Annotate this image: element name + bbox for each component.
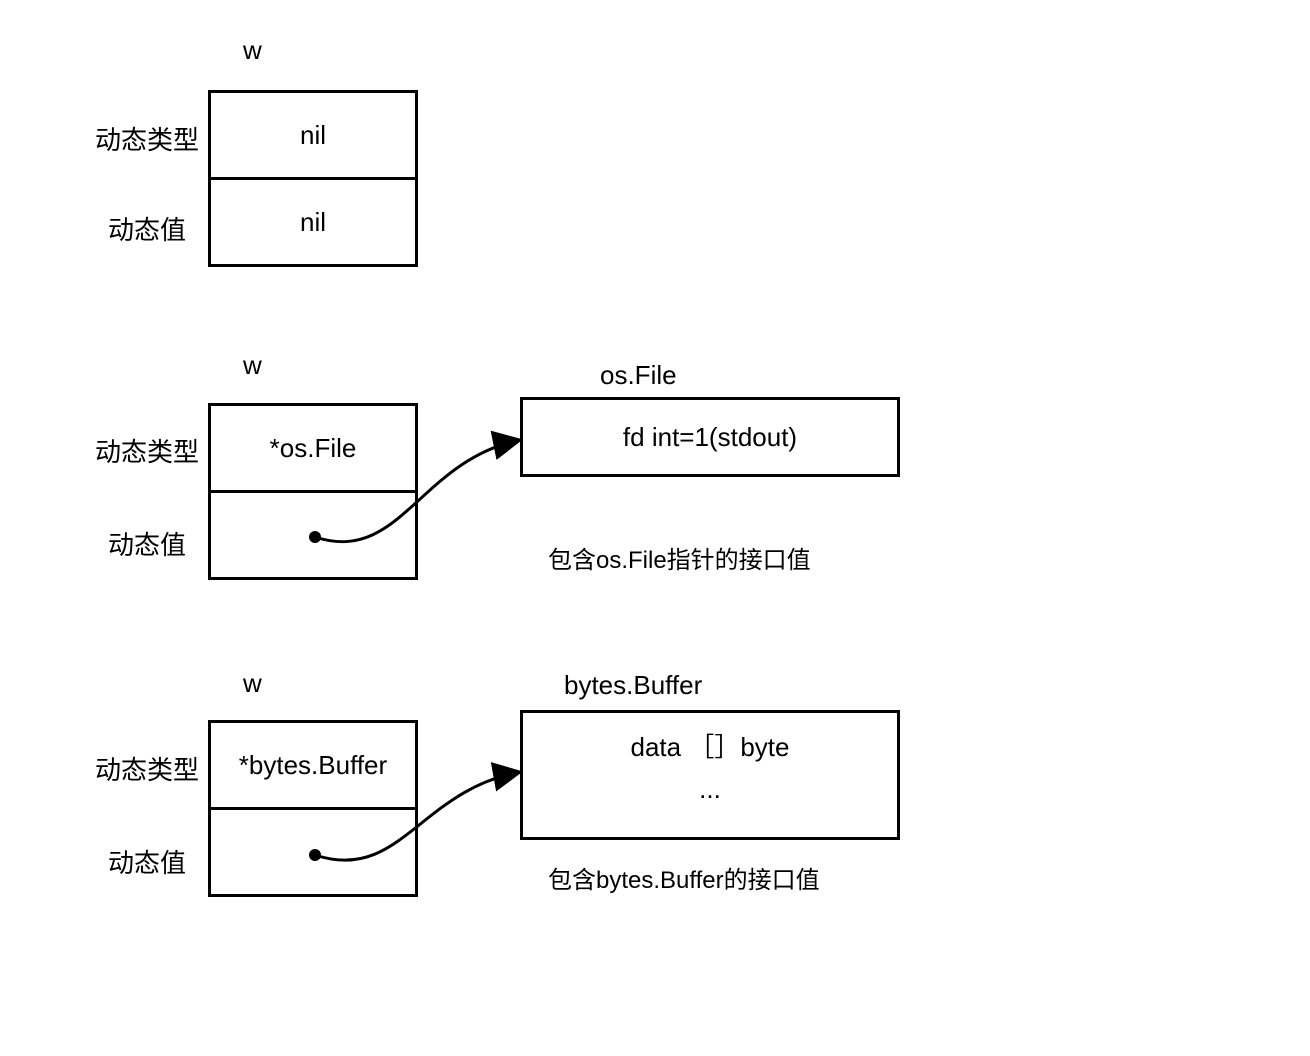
block3-target-line2: ... bbox=[699, 774, 721, 805]
block1-value-value: nil bbox=[300, 207, 326, 238]
block2-target-title: os.File bbox=[600, 360, 677, 391]
block3-target-title: bytes.Buffer bbox=[564, 670, 702, 701]
block2-value-cell bbox=[208, 490, 418, 580]
block1-title: w bbox=[243, 35, 262, 66]
block2-pointer-arrow bbox=[0, 0, 1310, 1056]
block3-type-value: *bytes.Buffer bbox=[239, 750, 387, 781]
block1-type-cell: nil bbox=[208, 90, 418, 180]
block3-target-line1: data ［］byte bbox=[631, 727, 790, 764]
block3-type-cell: *bytes.Buffer bbox=[208, 720, 418, 810]
block3-type-label: 动态类型 bbox=[95, 750, 199, 787]
block3-title: w bbox=[243, 668, 262, 699]
block1-value-cell: nil bbox=[208, 177, 418, 267]
block2-type-cell: *os.File bbox=[208, 403, 418, 493]
block2-title: w bbox=[243, 350, 262, 381]
block2-type-label: 动态类型 bbox=[95, 432, 199, 469]
block1-type-label: 动态类型 bbox=[95, 120, 199, 157]
block1-type-value: nil bbox=[300, 120, 326, 151]
block3-target-box: data ［］byte ... bbox=[520, 710, 900, 840]
block2-target-content: fd int=1(stdout) bbox=[623, 422, 797, 453]
block1-value-label: 动态值 bbox=[108, 210, 186, 247]
block3-pointer-arrow bbox=[0, 0, 1310, 1056]
block3-value-cell bbox=[208, 807, 418, 897]
block3-value-label: 动态值 bbox=[108, 843, 186, 880]
block2-type-value: *os.File bbox=[270, 433, 357, 464]
block3-caption: 包含bytes.Buffer的接口值 bbox=[548, 860, 820, 895]
block2-target-box: fd int=1(stdout) bbox=[520, 397, 900, 477]
block2-value-label: 动态值 bbox=[108, 525, 186, 562]
block2-caption: 包含os.File指针的接口值 bbox=[548, 540, 811, 575]
